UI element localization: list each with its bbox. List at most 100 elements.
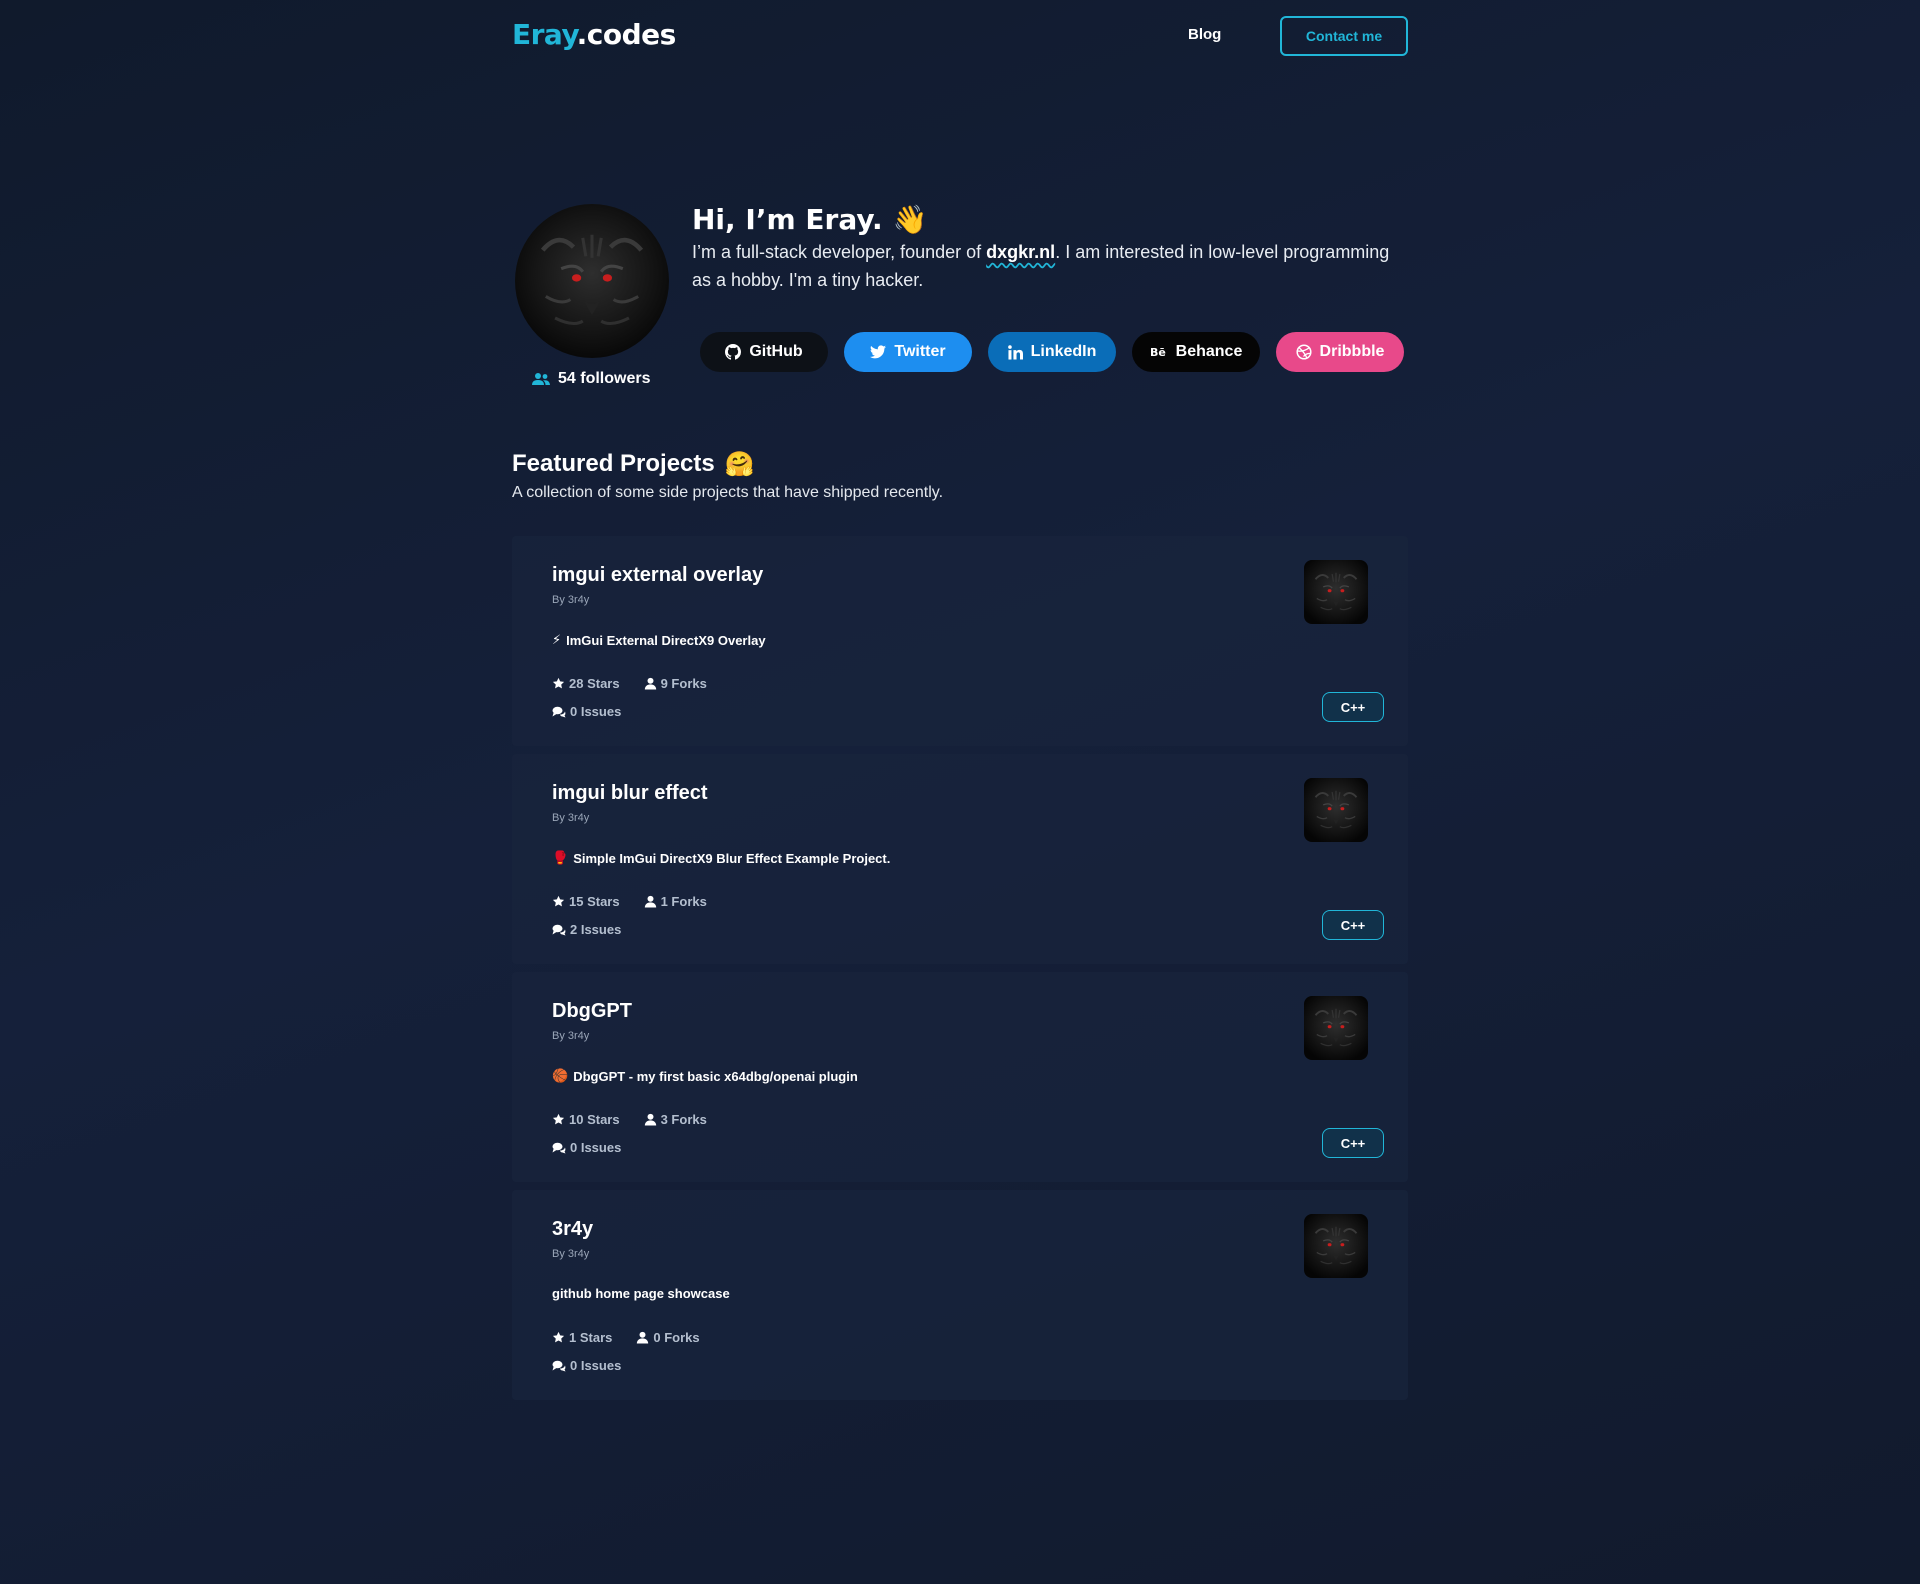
featured-subtitle: A collection of some side projects that …	[512, 484, 944, 501]
project-description-text: github home page showcase	[552, 1286, 730, 1301]
project-title[interactable]: imgui blur effect	[552, 782, 708, 805]
hugging-face-icon: 🤗	[724, 450, 755, 478]
project-thumbnail	[1304, 1214, 1368, 1278]
stars-count: 15 Stars	[569, 894, 620, 909]
dribbble-label: Dribbble	[1319, 343, 1385, 360]
project-title[interactable]: 3r4y	[552, 1218, 593, 1241]
waving-hand-icon: 👋	[892, 202, 928, 236]
project-description: github home page showcase	[552, 1286, 730, 1301]
site-header: Eray.codes Blog Contact me	[512, 0, 1408, 76]
contact-me-button[interactable]: Contact me	[1280, 16, 1408, 56]
comments-icon	[552, 1360, 566, 1371]
featured-title: Featured Projects 🤗	[512, 450, 1408, 478]
project-stats: 28 Stars 9 Forks	[552, 676, 707, 691]
logo-accent: Eray	[512, 18, 577, 51]
github-button[interactable]: GitHub	[700, 332, 828, 372]
forks-stat: 9 Forks	[644, 676, 707, 691]
dxgkr-link[interactable]: dxgkr.nl	[986, 242, 1055, 262]
project-stats: 1 Stars 0 Forks	[552, 1330, 700, 1345]
twitter-button[interactable]: Twitter	[844, 332, 972, 372]
basketball-icon: 🏀	[552, 1068, 569, 1083]
boxing-glove-icon: 🥊	[552, 850, 569, 865]
linkedin-icon	[1007, 344, 1023, 360]
language-badge: C++	[1322, 692, 1384, 722]
tiger-thumbnail-image	[1304, 1214, 1368, 1278]
followers-label: 54 followers	[558, 370, 651, 387]
stars-stat: 28 Stars	[552, 676, 620, 691]
language-badge: C++	[1322, 910, 1384, 940]
comments-icon	[552, 706, 566, 717]
nav-blog-link[interactable]: Blog	[1188, 26, 1221, 43]
project-card-3r4y[interactable]: 3r4y By 3r4y github home page showcase 1…	[512, 1190, 1408, 1400]
site-logo[interactable]: Eray.codes	[512, 18, 676, 51]
linkedin-button[interactable]: LinkedIn	[988, 332, 1116, 372]
project-title[interactable]: imgui external overlay	[552, 564, 763, 587]
language-badge: C++	[1322, 1128, 1384, 1158]
issues-count: 2 Issues	[570, 922, 622, 937]
project-description: ⚡ ImGui External DirectX9 Overlay	[552, 632, 766, 648]
stars-count: 1 Stars	[569, 1330, 613, 1345]
avatar	[515, 204, 669, 358]
project-card-imgui-blur-effect[interactable]: imgui blur effect By 3r4y 🥊 Simple ImGui…	[512, 754, 1408, 964]
stars-stat: 15 Stars	[552, 894, 620, 909]
issues-count: 0 Issues	[570, 1140, 622, 1155]
issues-count: 0 Issues	[570, 704, 622, 719]
svg-text:Bē: Bē	[1150, 346, 1166, 358]
tiger-thumbnail-image	[1304, 778, 1368, 842]
behance-button[interactable]: Bē Behance	[1132, 332, 1260, 372]
project-thumbnail	[1304, 996, 1368, 1060]
project-stats: 15 Stars 1 Forks	[552, 894, 707, 909]
hero-title: Hi, I’m Eray. 👋	[692, 200, 1408, 238]
tiger-thumbnail-image	[1304, 996, 1368, 1060]
star-icon	[552, 1331, 565, 1343]
stars-stat: 1 Stars	[552, 1330, 612, 1345]
project-issues: 0 Issues	[552, 704, 621, 719]
issues-stat: 0 Issues	[552, 1140, 621, 1155]
featured-title-text: Featured Projects	[512, 450, 715, 477]
project-author: By 3r4y	[552, 1030, 590, 1042]
project-author: By 3r4y	[552, 1248, 590, 1260]
project-stats: 10 Stars 3 Forks	[552, 1112, 707, 1127]
star-icon	[552, 677, 565, 689]
page-container: Eray.codes Blog Contact me 54 followers …	[512, 0, 1408, 1400]
project-title[interactable]: DbgGPT	[552, 1000, 632, 1023]
project-description-text: ImGui External DirectX9 Overlay	[566, 632, 766, 648]
user-icon	[644, 895, 656, 908]
behance-icon: Bē	[1150, 346, 1166, 358]
forks-count: 3 Forks	[660, 1112, 707, 1127]
star-icon	[552, 895, 565, 907]
tiger-avatar-image	[515, 204, 669, 358]
forks-stat: 0 Forks	[636, 1330, 700, 1345]
social-links: GitHub Twitter LinkedIn Bē Behance Dribb…	[700, 332, 1404, 372]
tiger-thumbnail-image	[1304, 560, 1368, 624]
behance-label: Behance	[1175, 343, 1243, 360]
project-card-dbggpt[interactable]: DbgGPT By 3r4y 🏀 DbgGPT - my first basic…	[512, 972, 1408, 1182]
project-description: 🏀 DbgGPT - my first basic x64dbg/openai …	[552, 1068, 858, 1084]
twitter-label: Twitter	[894, 343, 946, 360]
linkedin-label: LinkedIn	[1030, 343, 1097, 360]
project-description: 🥊 Simple ImGui DirectX9 Blur Effect Exam…	[552, 850, 890, 866]
project-issues: 0 Issues	[552, 1358, 621, 1373]
github-icon	[725, 344, 742, 360]
issues-count: 0 Issues	[570, 1358, 622, 1373]
forks-stat: 3 Forks	[644, 1112, 707, 1127]
issues-stat: 0 Issues	[552, 704, 621, 719]
project-card-imgui-external-overlay[interactable]: imgui external overlay By 3r4y ⚡ ImGui E…	[512, 536, 1408, 746]
lightning-icon: ⚡	[552, 632, 562, 647]
logo-rest: .codes	[576, 18, 677, 51]
forks-stat: 1 Forks	[644, 894, 707, 909]
user-icon	[644, 677, 656, 690]
project-description-text: DbgGPT - my first basic x64dbg/openai pl…	[573, 1068, 858, 1084]
forks-count: 1 Forks	[660, 894, 707, 909]
stars-stat: 10 Stars	[552, 1112, 620, 1127]
user-icon	[644, 1113, 656, 1126]
featured-projects-header: Featured Projects 🤗 A collection of some…	[512, 450, 1408, 502]
forks-count: 9 Forks	[660, 676, 707, 691]
hero-description: I’m a full-stack developer, founder of d…	[692, 238, 1408, 294]
dribbble-button[interactable]: Dribbble	[1276, 332, 1404, 372]
project-list: imgui external overlay By 3r4y ⚡ ImGui E…	[512, 536, 1408, 1408]
issues-stat: 2 Issues	[552, 922, 621, 937]
comments-icon	[552, 924, 566, 935]
followers-count: 54 followers	[532, 370, 650, 388]
hero-text: Hi, I’m Eray. 👋 I’m a full-stack develop…	[692, 200, 1408, 294]
